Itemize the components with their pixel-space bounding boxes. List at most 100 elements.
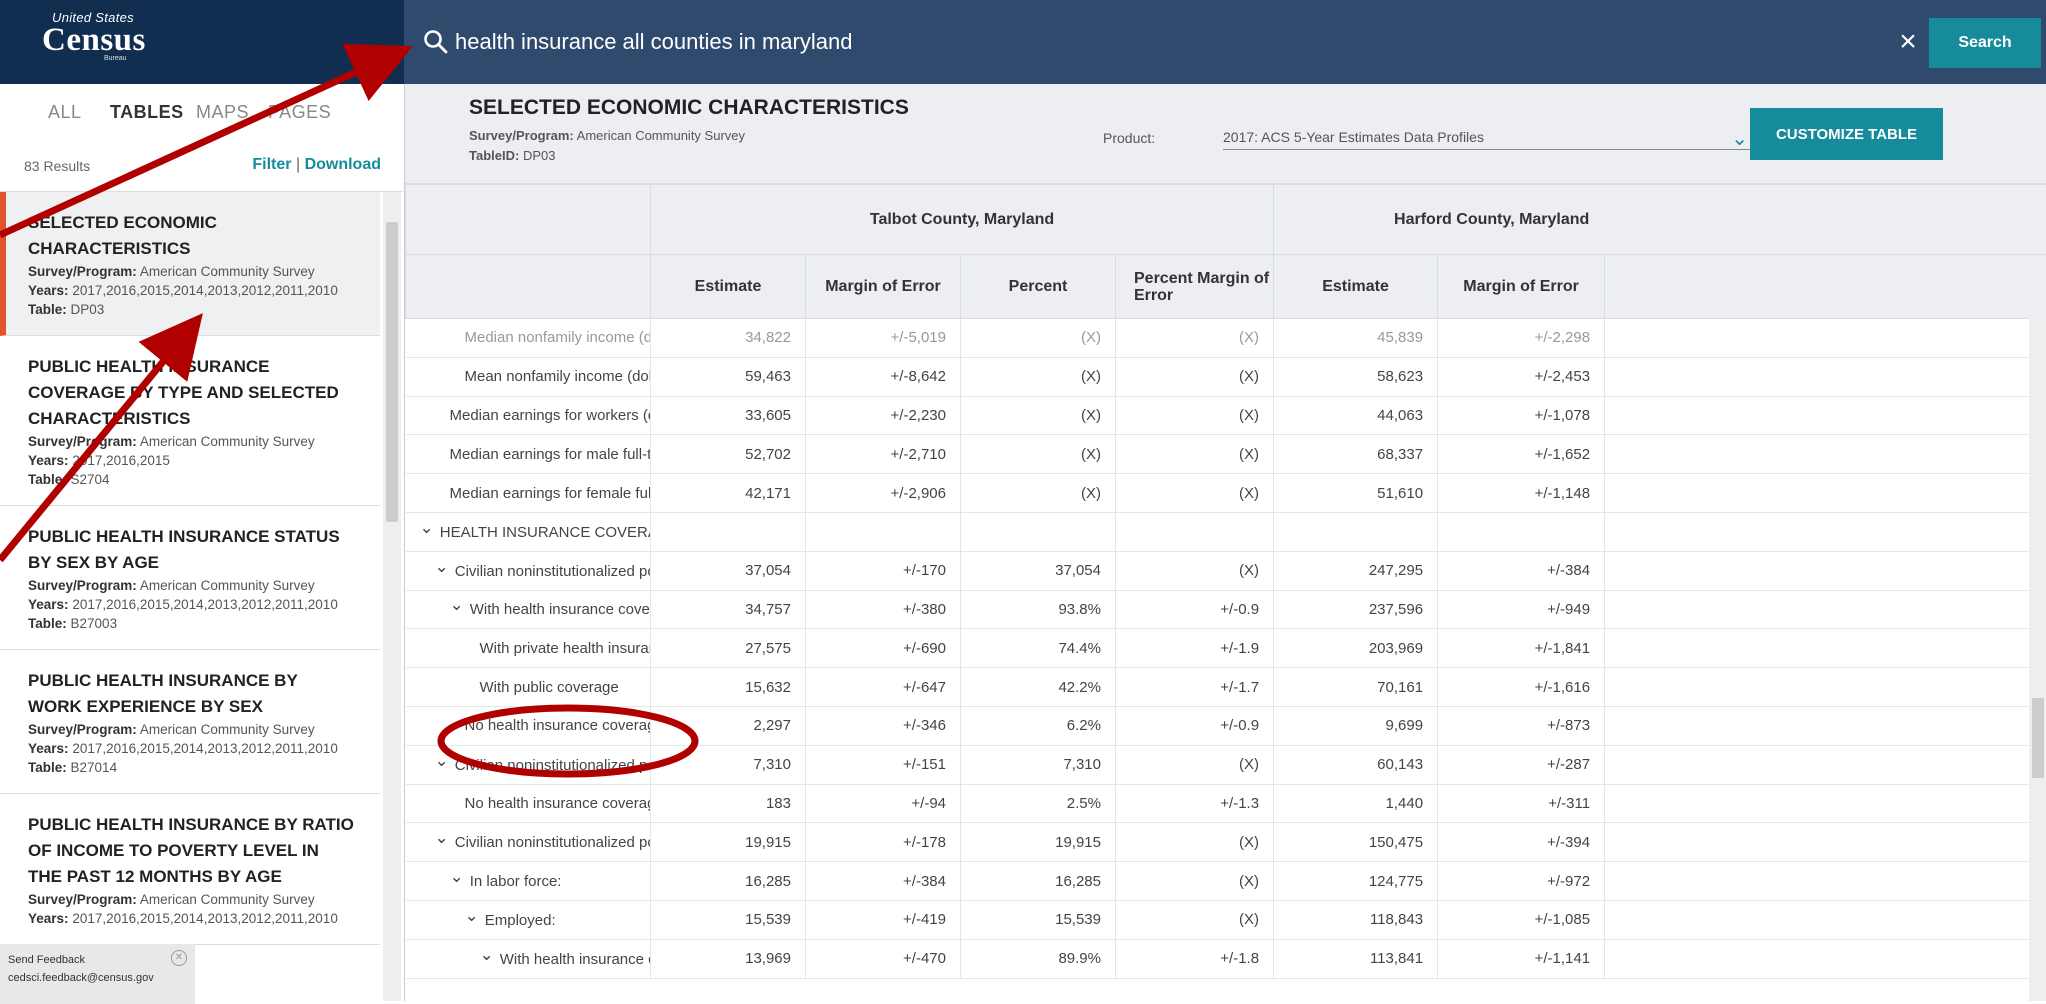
table-cell-overflow <box>1605 319 2046 358</box>
result-table: Table: DP03 <box>28 300 356 319</box>
table-cell: +/-384 <box>806 862 961 901</box>
table-cell-overflow <box>1605 512 2046 551</box>
table-row: No health insurance coverage2,297+/-3466… <box>406 706 2046 745</box>
feedback-email[interactable]: cedsci.feedback@census.gov <box>8 972 187 984</box>
top-bar: United States Census Bureau × Search <box>0 0 2046 84</box>
table-cell-overflow <box>1605 590 2046 629</box>
result-item[interactable]: SELECTED ECONOMIC CHARACTERISTICS Survey/… <box>0 192 380 336</box>
result-tabs: ALL TABLES MAPS PAGES 83 Results Filter … <box>0 84 405 192</box>
chevron-down-icon[interactable]: ⌄ <box>450 867 464 887</box>
result-years: Years: 2017,2016,2015,2014,2013,2012,201… <box>28 281 356 300</box>
table-cell: +/-949 <box>1438 590 1605 629</box>
table-cell: +/-972 <box>1438 862 1605 901</box>
survey-value: American Community Survey <box>140 578 315 593</box>
feedback-box[interactable]: Send Feedback cedsci.feedback@census.gov… <box>0 944 195 1004</box>
result-item[interactable]: PUBLIC HEALTH INSURANCE BY RATIO OF INCO… <box>0 794 380 945</box>
table-cell: +/-647 <box>806 668 961 707</box>
table-body: Median nonfamily income (dollars)34,822+… <box>406 319 2046 979</box>
close-feedback-icon[interactable]: ✕ <box>171 950 187 966</box>
row-label[interactable]: ⌄ Civilian noninstitutionalized popula..… <box>406 551 651 590</box>
table-scroll-thumb[interactable] <box>2032 698 2044 778</box>
result-title[interactable]: PUBLIC HEALTH INSURANCE COVERAGE BY TYPE… <box>28 354 356 432</box>
table-cell: (X) <box>1116 435 1274 474</box>
table-cell-overflow <box>1605 784 2046 823</box>
search-input[interactable] <box>455 22 1755 62</box>
table-cell: +/-1,616 <box>1438 668 1605 707</box>
table-cell: 6.2% <box>961 706 1116 745</box>
result-title[interactable]: SELECTED ECONOMIC CHARACTERISTICS <box>28 210 356 262</box>
clear-search-icon[interactable]: × <box>1893 24 1923 60</box>
result-years: Years: 2017,2016,2015 <box>28 451 356 470</box>
table-cell: 42,171 <box>651 474 806 513</box>
tab-pages[interactable]: PAGES <box>268 102 331 123</box>
search-bar: × Search <box>405 0 2046 84</box>
row-label[interactable]: ⌄ With health insurance coverage <box>406 590 651 629</box>
table-cell: +/-151 <box>806 745 961 784</box>
tab-maps[interactable]: MAPS <box>196 102 249 123</box>
filter-link[interactable]: Filter <box>252 156 291 173</box>
result-item[interactable]: PUBLIC HEALTH INSURANCE COVERAGE BY TYPE… <box>0 336 380 506</box>
chevron-down-icon[interactable]: ⌄ <box>465 906 479 926</box>
chevron-down-icon[interactable]: ⌄ <box>480 945 494 965</box>
result-title[interactable]: PUBLIC HEALTH INSURANCE STATUS BY SEX BY… <box>28 524 356 576</box>
chevron-down-icon[interactable]: ⌄ <box>450 595 464 615</box>
result-item[interactable]: PUBLIC HEALTH INSURANCE BY WORK EXPERIEN… <box>0 650 380 794</box>
table-label: Table: <box>28 302 67 317</box>
survey-label: Survey/Program: <box>28 578 137 593</box>
table-cell: +/-2,298 <box>1438 319 1605 358</box>
column-header: Margin of Error <box>1438 255 1605 319</box>
row-label[interactable]: ⌄ HEALTH INSURANCE COVERAGE <box>406 512 651 551</box>
table-cell <box>651 512 806 551</box>
row-label[interactable]: ⌄ With health insurance covera... <box>406 939 651 978</box>
table-row: With public coverage15,632+/-64742.2%+/-… <box>406 668 2046 707</box>
table-value: S2704 <box>71 472 110 487</box>
tab-all[interactable]: ALL <box>48 102 82 123</box>
table-row: Median earnings for male full-time,...52… <box>406 435 2046 474</box>
location-header-harford: Harford County, Maryland <box>1274 185 2046 255</box>
table-cell: 1,440 <box>1274 784 1438 823</box>
table-cell: (X) <box>1116 862 1274 901</box>
chevron-down-icon[interactable]: ⌄ <box>420 518 434 538</box>
row-label: Median nonfamily income (dollars) <box>406 319 651 358</box>
census-logo[interactable]: United States Census Bureau <box>42 10 146 62</box>
row-label[interactable]: ⌄ Employed: <box>406 900 651 939</box>
row-label[interactable]: ⌄ Civilian noninstitutionalized popula..… <box>406 823 651 862</box>
search-button[interactable]: Search <box>1929 18 2041 68</box>
table-row: Median nonfamily income (dollars)34,822+… <box>406 319 2046 358</box>
chevron-down-icon[interactable]: ⌄ <box>435 751 449 771</box>
row-label[interactable]: ⌄ Civilian noninstitutionalized popula..… <box>406 745 651 784</box>
survey-label: Survey/Program: <box>469 128 574 143</box>
table-cell: +/-690 <box>806 629 961 668</box>
result-title[interactable]: PUBLIC HEALTH INSURANCE BY RATIO OF INCO… <box>28 812 356 890</box>
row-label[interactable]: ⌄ In labor force: <box>406 862 651 901</box>
table-row: ⌄ HEALTH INSURANCE COVERAGE <box>406 512 2046 551</box>
sidebar-scroll-thumb[interactable] <box>386 222 398 522</box>
result-item[interactable]: PUBLIC HEALTH INSURANCE STATUS BY SEX BY… <box>0 506 380 650</box>
table-value: DP03 <box>71 302 105 317</box>
table-cell: 42.2% <box>961 668 1116 707</box>
table-id: TableID: DP03 <box>469 148 555 163</box>
table-cell: (X) <box>1116 745 1274 784</box>
sidebar-scrollbar[interactable] <box>383 192 401 1001</box>
row-label-text: Median earnings for female full-ti... <box>450 485 651 502</box>
results-count: 83 Results <box>24 158 90 174</box>
chevron-down-icon[interactable]: ⌄ <box>435 557 449 577</box>
download-link[interactable]: Download <box>305 156 381 173</box>
table-cell: 45,839 <box>1274 319 1438 358</box>
chevron-down-icon[interactable]: ⌄ <box>435 828 449 848</box>
tab-tables[interactable]: TABLES <box>110 102 184 123</box>
table-cell: (X) <box>1116 319 1274 358</box>
table-scrollbar[interactable] <box>2029 318 2046 1001</box>
table-cell: (X) <box>1116 551 1274 590</box>
table-cell: +/-1,148 <box>1438 474 1605 513</box>
table-cell: 9,699 <box>1274 706 1438 745</box>
survey-label: Survey/Program: <box>28 264 137 279</box>
table-cell: +/-419 <box>806 900 961 939</box>
product-select[interactable]: 2017: ACS 5-Year Estimates Data Profiles… <box>1223 124 1758 150</box>
table-row: ⌄ Civilian noninstitutionalized popula..… <box>406 745 2046 784</box>
row-label-text: With health insurance covera... <box>500 951 651 968</box>
table-cell: 68,337 <box>1274 435 1438 474</box>
row-label-text: Median earnings for workers (dolla... <box>450 407 651 424</box>
result-title[interactable]: PUBLIC HEALTH INSURANCE BY WORK EXPERIEN… <box>28 668 356 720</box>
customize-table-button[interactable]: CUSTOMIZE TABLE <box>1750 108 1943 160</box>
